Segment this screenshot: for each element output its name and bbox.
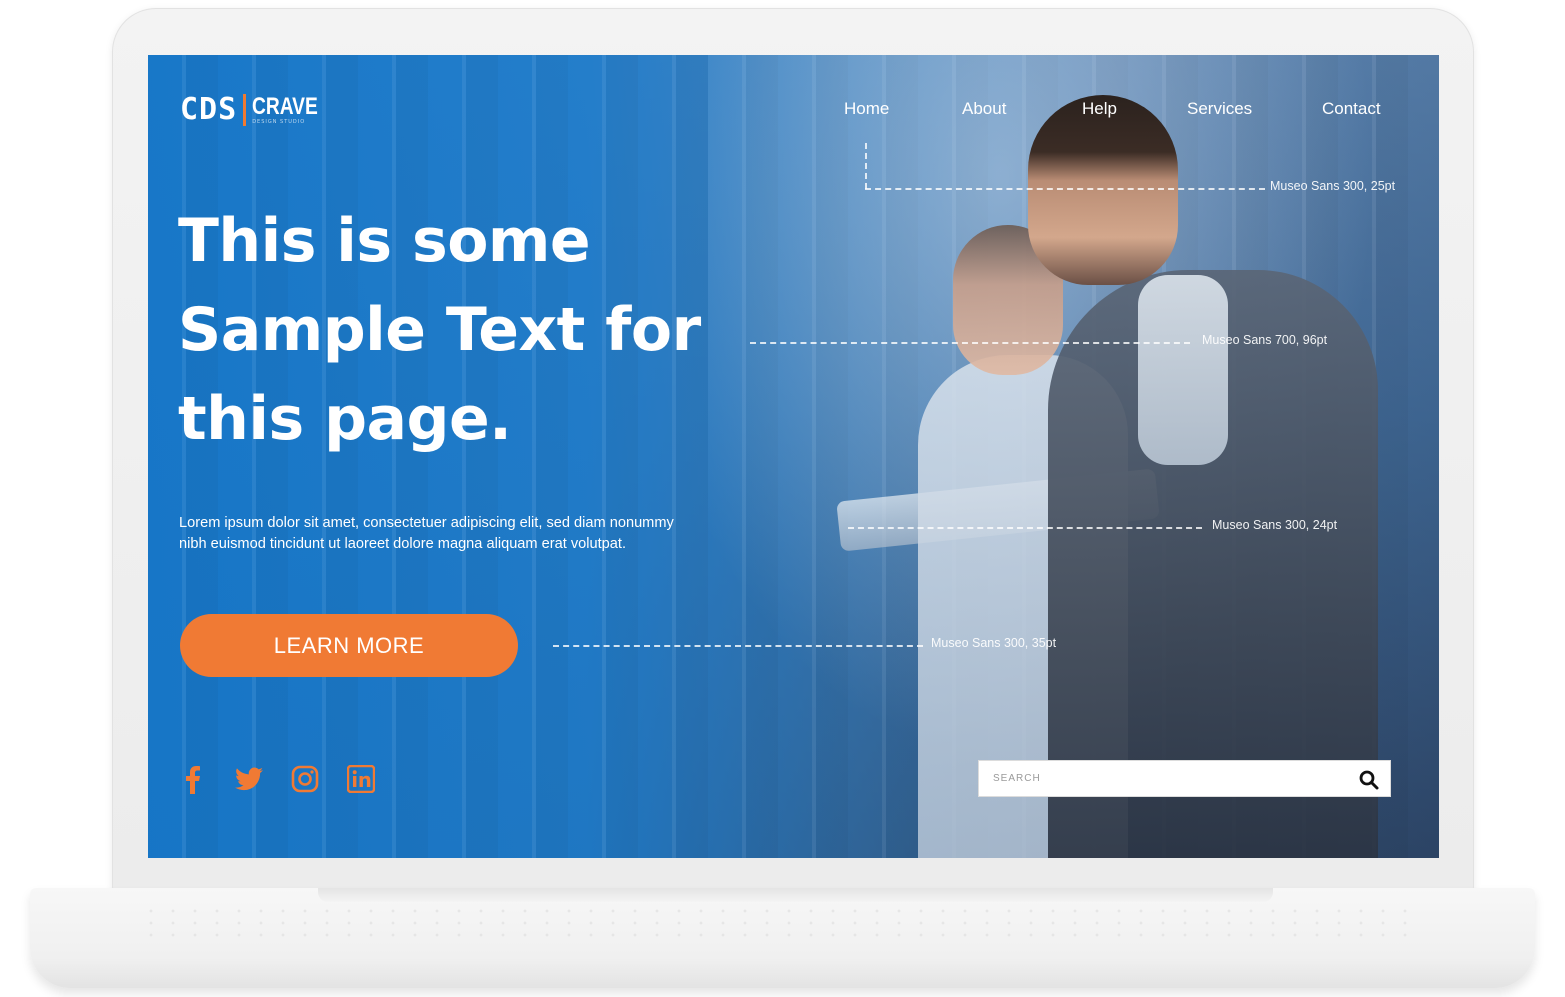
- twitter-icon[interactable]: [234, 764, 264, 794]
- hero-body-text: Lorem ipsum dolor sit amet, consectetuer…: [179, 513, 839, 555]
- body-line-2: nibh euismod tincidunt ut laoreet dolore…: [179, 536, 627, 552]
- laptop-keyboard: [140, 905, 1425, 943]
- nav-services[interactable]: Services: [1187, 99, 1252, 119]
- nav-about[interactable]: About: [962, 99, 1006, 119]
- hero-headline: This is some Sample Text for this page.: [178, 197, 778, 464]
- annotation-headline-font: Museo Sans 700, 96pt: [1202, 333, 1328, 347]
- annotation-button-font: Museo Sans 300, 35pt: [931, 636, 1057, 650]
- search-bar: [978, 760, 1391, 797]
- annotation-body-font: Museo Sans 300, 24pt: [1212, 518, 1338, 532]
- laptop-hinge: [318, 888, 1273, 902]
- nav-contact[interactable]: Contact: [1322, 99, 1381, 119]
- annotation-body-leader: [848, 527, 1202, 529]
- annotation-button-leader: [553, 645, 923, 647]
- headline-line-3: this page.: [178, 384, 512, 454]
- annotation-headline-leader: [750, 342, 1190, 344]
- hero-photo-man-head: [1028, 95, 1178, 285]
- instagram-icon[interactable]: [290, 764, 320, 794]
- annotation-nav-leader-vertical: [865, 143, 867, 189]
- body-line-1: Lorem ipsum dolor sit amet, consectetuer…: [179, 515, 674, 531]
- headline-line-2: Sample Text for: [178, 295, 701, 365]
- search-icon[interactable]: [1358, 769, 1380, 791]
- annotation-nav-font: Museo Sans 300, 25pt: [1270, 179, 1396, 193]
- nav-help[interactable]: Help: [1082, 99, 1117, 119]
- annotation-nav-leader: [865, 188, 1265, 190]
- nav-home[interactable]: Home: [844, 99, 889, 119]
- headline-line-1: This is some: [178, 206, 591, 276]
- facebook-icon[interactable]: [178, 764, 208, 794]
- linkedin-icon[interactable]: [346, 764, 376, 794]
- hero-screen: CDS CRAVE DESIGN STUDIO Home About Help …: [148, 55, 1439, 858]
- hero-photo-man-shirt: [1138, 275, 1228, 465]
- search-input[interactable]: [979, 761, 1367, 796]
- social-links: [178, 761, 402, 797]
- main-nav: Home About Help Services Contact: [148, 99, 1439, 123]
- learn-more-button[interactable]: LEARN MORE: [180, 614, 518, 677]
